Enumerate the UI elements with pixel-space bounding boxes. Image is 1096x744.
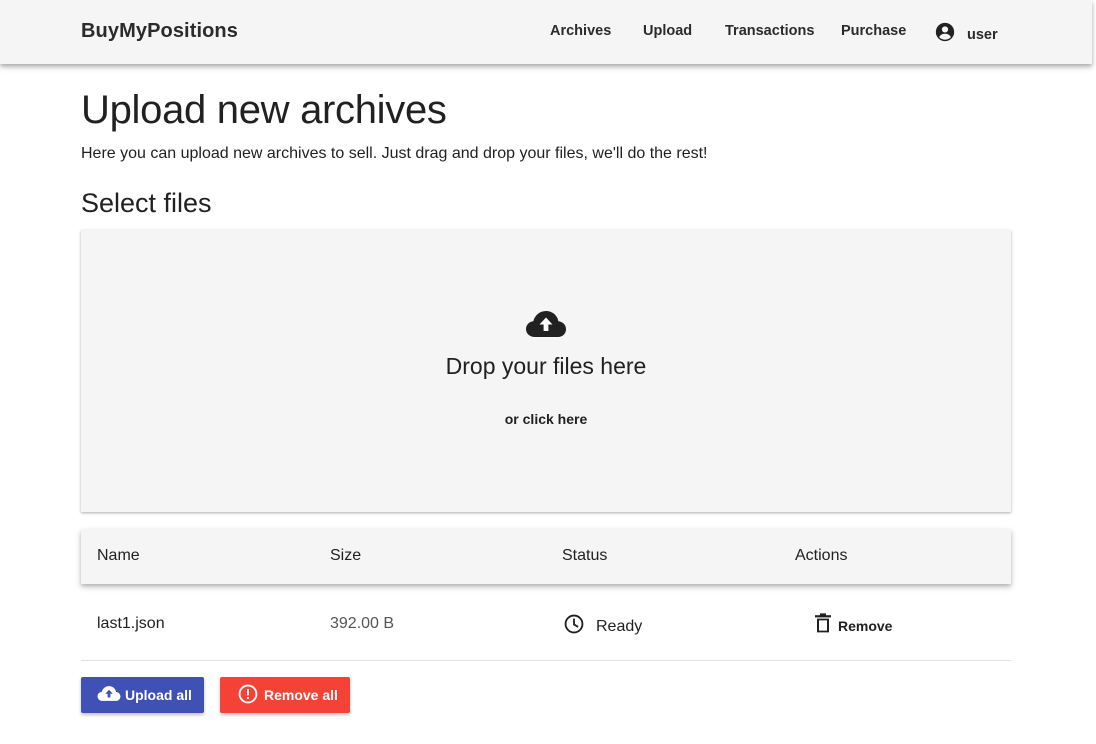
column-header-actions: Actions xyxy=(795,547,848,564)
nav-upload[interactable]: Upload xyxy=(643,23,692,39)
column-header-status: Status xyxy=(562,547,608,564)
clock-icon xyxy=(563,613,585,640)
remove-file-label: Remove xyxy=(838,617,893,634)
file-status: Ready xyxy=(563,613,642,640)
file-name: last1.json xyxy=(97,615,165,632)
nav-transactions[interactable]: Transactions xyxy=(725,23,814,39)
account-circle-icon xyxy=(934,21,956,48)
trash-icon xyxy=(814,613,832,638)
column-header-name: Name xyxy=(97,547,140,564)
column-header-size: Size xyxy=(330,547,362,564)
file-size: 392.00 B xyxy=(330,615,395,632)
remove-file-button[interactable]: Remove xyxy=(814,613,892,638)
remove-all-button[interactable]: Remove all xyxy=(220,677,350,713)
page-description: Here you can upload new archives to sell… xyxy=(81,145,708,162)
cloud-upload-icon xyxy=(97,685,121,705)
user-menu[interactable]: user xyxy=(934,21,998,48)
file-status-label: Ready xyxy=(596,617,643,635)
error-outline-icon xyxy=(237,683,259,708)
upload-all-label: Upload all xyxy=(125,687,192,703)
nav-purchase[interactable]: Purchase xyxy=(841,23,906,39)
upload-all-button[interactable]: Upload all xyxy=(81,677,204,713)
table-row: last1.json 392.00 B Ready Remove xyxy=(81,600,1011,661)
section-title: Select files xyxy=(81,188,212,218)
brand-title[interactable]: BuyMyPositions xyxy=(81,20,238,43)
cloud-upload-icon xyxy=(525,310,567,343)
file-dropzone[interactable]: Drop your files here or click here xyxy=(81,230,1011,512)
dropzone-click-hint[interactable]: or click here xyxy=(81,411,1011,427)
user-label: user xyxy=(967,26,998,43)
top-app-bar: BuyMyPositions Archives Upload Transacti… xyxy=(0,0,1092,64)
nav-archives[interactable]: Archives xyxy=(550,23,611,39)
page-title: Upload new archives xyxy=(81,88,447,132)
files-table-header: Name Size Status Actions xyxy=(81,529,1011,584)
remove-all-label: Remove all xyxy=(264,687,338,703)
dropzone-text: Drop your files here xyxy=(445,353,647,379)
